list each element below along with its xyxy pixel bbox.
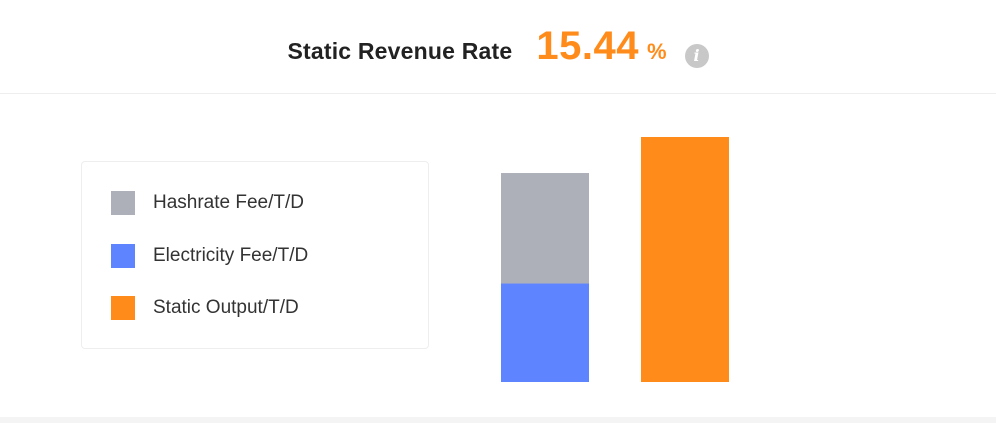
revenue-bar-chart <box>501 137 729 382</box>
static-revenue-panel: Static Revenue Rate 15.44 % i Hashrate F… <box>0 0 996 423</box>
legend-item-hashrate-fee: Hashrate Fee/T/D <box>111 191 304 215</box>
legend-swatch-hashrate-fee <box>111 191 135 215</box>
legend-label-hashrate-fee: Hashrate Fee/T/D <box>153 192 304 213</box>
bottom-divider <box>0 417 996 423</box>
header-content: Static Revenue Rate 15.44 % i <box>287 24 709 69</box>
rate-value: 15.44 <box>536 24 639 68</box>
page-title: Static Revenue Rate <box>287 38 513 64</box>
legend: Hashrate Fee/T/D Electricity Fee/T/D Sta… <box>81 161 429 349</box>
legend-label-electricity-fee: Electricity Fee/T/D <box>153 245 309 266</box>
legend-swatch-electricity-fee <box>111 244 135 268</box>
legend-label-static-output: Static Output/T/D <box>153 297 299 318</box>
rate-unit: % <box>647 39 667 64</box>
header: Static Revenue Rate 15.44 % i <box>0 0 996 94</box>
legend-swatch-static-output <box>111 296 135 320</box>
bar-hashrate-fee-t-d-0[interactable] <box>501 173 589 284</box>
bar-static-output-t-d-1[interactable] <box>641 137 729 382</box>
legend-item-static-output: Static Output/T/D <box>111 296 299 320</box>
bar-electricity-fee-t-d-0[interactable] <box>501 283 589 382</box>
legend-item-electricity-fee: Electricity Fee/T/D <box>111 244 308 268</box>
info-icon[interactable]: i <box>684 43 709 68</box>
